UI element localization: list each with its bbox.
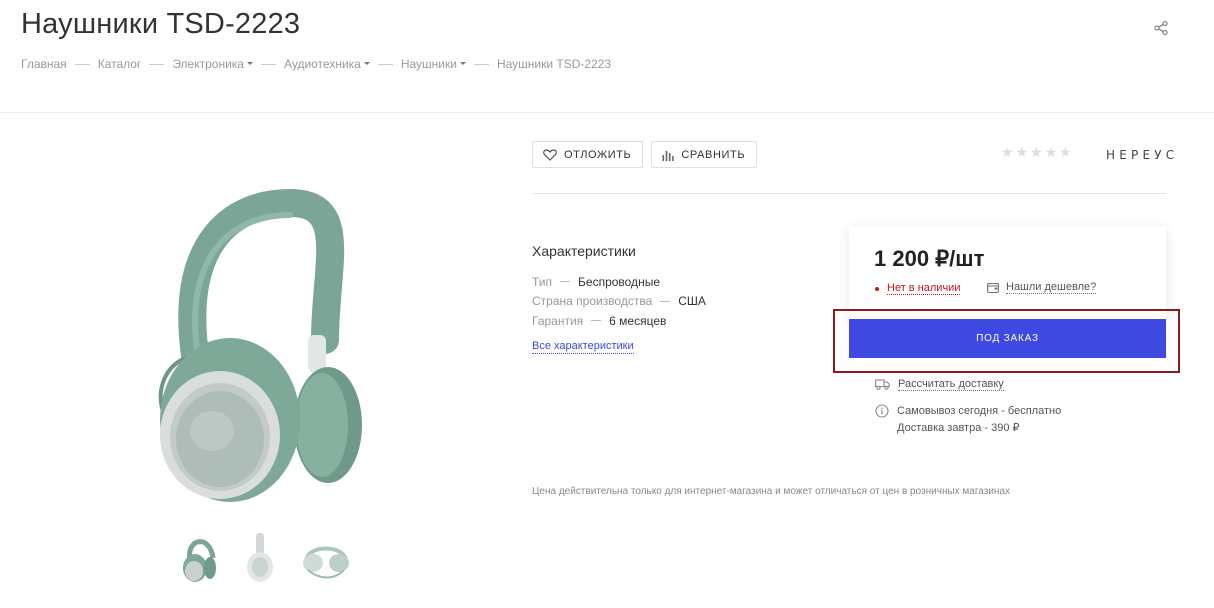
header-divider [0,112,1214,113]
breadcrumb-electronics-item[interactable]: Электроника [172,57,253,71]
breadcrumb-separator [473,63,489,65]
compare-button[interactable]: СРАВНИТЬ [651,141,758,168]
breadcrumb-separator [74,63,90,65]
breadcrumb-home[interactable]: Главная [21,57,67,71]
compare-icon [662,150,675,161]
breadcrumb-headphones[interactable]: Наушники [401,57,457,71]
status-dot-icon [875,286,879,291]
property-dash [591,320,602,322]
breadcrumb-separator [149,63,165,65]
property-key: Тип [532,274,553,289]
property-row: Страна производства США [532,292,706,312]
star-icon[interactable]: ★ [1059,145,1072,159]
property-dash [560,281,571,283]
stock-status[interactable]: Нет в наличии [875,282,961,295]
properties-title: Характеристики [532,243,636,259]
breadcrumb-catalog[interactable]: Каталог [98,57,142,71]
thumbnail-list [180,530,352,585]
delivery-info-line: Доставка завтра - 390 ₽ [897,422,1020,434]
delivery-info: Самовывоз сегодня - бесплатно Доставка з… [875,403,1061,437]
breadcrumb-separator [260,63,276,65]
thumbnail-2[interactable] [240,530,280,585]
stock-status-label[interactable]: Нет в наличии [887,282,961,295]
breadcrumb-current: Наушники TSD-2223 [496,57,612,71]
properties-list: Тип Беспроводные Страна производства США… [532,272,706,331]
thumbnail-1[interactable] [180,530,220,585]
wallet-icon [987,283,999,293]
found-cheaper-label[interactable]: Нашли дешевле? [1006,281,1097,294]
star-icon[interactable]: ★ [1030,145,1043,159]
property-key: Гарантия [532,313,584,328]
star-icon[interactable]: ★ [1016,145,1029,159]
price-card: 1 200 ₽/шт Нет в наличии Нашли дешевле? [849,226,1166,319]
rating-stars[interactable]: ★ ★ ★ ★ ★ [1001,145,1072,159]
all-properties-link[interactable]: Все характеристики [532,340,634,354]
caret-down-icon[interactable] [363,61,370,65]
product-actions: ОТЛОЖИТЬ СРАВНИТЬ [532,141,758,168]
brand-logo[interactable]: НЕРЕУС [1106,148,1178,162]
breadcrumb-audio[interactable]: Аудиотехника [284,57,361,71]
product-image[interactable] [100,185,420,515]
star-icon[interactable]: ★ [1045,145,1058,159]
found-cheaper-link[interactable]: Нашли дешевле? [987,281,1097,294]
breadcrumb-electronics[interactable]: Электроника [172,57,244,71]
delivery-calc-link[interactable]: Рассчитать доставку [875,378,1004,391]
property-row: Гарантия 6 месяцев [532,311,706,331]
breadcrumb: Главная Каталог Электроника Аудиотехника… [21,57,611,71]
star-icon[interactable]: ★ [1001,145,1014,159]
price-note: Цена действительна только для интернет-м… [532,486,1011,497]
caret-down-icon[interactable] [459,61,466,65]
compare-label: СРАВНИТЬ [681,148,746,161]
heart-icon [543,148,557,161]
property-key: Страна производства [532,294,653,309]
caret-down-icon[interactable] [246,61,253,65]
truck-icon [875,379,890,390]
pickup-info: Самовывоз сегодня - бесплатно [897,405,1062,417]
property-row: Тип Беспроводные [532,272,706,292]
breadcrumb-audio-item[interactable]: Аудиотехника [284,57,370,71]
breadcrumb-separator [377,63,393,65]
property-value: 6 месяцев [609,313,667,328]
wishlist-button[interactable]: ОТЛОЖИТЬ [532,141,644,168]
page-title: Наушники TSD-2223 [21,8,301,40]
wishlist-label: ОТЛОЖИТЬ [564,148,632,161]
property-dash [660,300,671,302]
thumbnail-3[interactable] [300,530,352,585]
actions-divider [532,193,1166,194]
delivery-calc-label[interactable]: Рассчитать доставку [898,378,1004,391]
order-button[interactable]: ПОД ЗАКАЗ [849,319,1166,358]
info-icon [875,404,889,418]
property-value: Беспроводные [578,274,660,289]
property-value: США [678,294,706,309]
share-icon[interactable] [1152,19,1170,37]
price: 1 200 ₽/шт [874,246,985,271]
breadcrumb-headphones-item[interactable]: Наушники [401,57,466,71]
